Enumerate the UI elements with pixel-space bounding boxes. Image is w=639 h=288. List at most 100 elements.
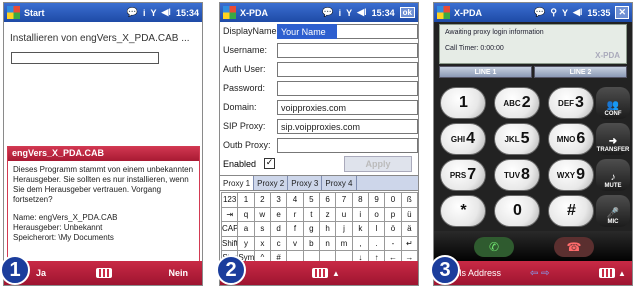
no-button[interactable]: Nein [168,268,188,278]
sip-proxy-input[interactable]: sip.voipproxies.com [277,119,418,134]
key-row1-3[interactable]: 3 [270,193,287,207]
dial-key-7[interactable]: TUV 8 [494,159,540,191]
dial-key-0[interactable]: 1 [440,87,486,119]
keyboard-icon[interactable] [96,268,112,278]
key-row2-1[interactable]: q [238,207,254,221]
mute-button[interactable]: ♪ MUTE [596,159,630,191]
key-row1-2[interactable]: 2 [254,193,270,207]
transfer-button[interactable]: ➜ TRANSFER [596,123,630,155]
conference-button[interactable]: 👥 CONF [596,87,630,119]
key-row4-8[interactable]: , [352,236,368,250]
dial-key-9[interactable]: * [440,195,486,227]
key-row3-7[interactable]: j [336,222,352,236]
dialog-location: Speicherort: \My Documents [13,233,114,242]
username-input[interactable] [277,43,418,58]
line-1-button[interactable]: LINE 1 [439,66,532,78]
key-row2-5[interactable]: t [303,207,319,221]
key-row3-8[interactable]: k [352,222,368,236]
key-row1-8[interactable]: 8 [352,193,368,207]
nav-arrows-icon[interactable]: ⇦ ⇨ [530,268,550,279]
key-row3-11[interactable]: ä [401,222,417,236]
key-row4-3[interactable]: c [270,236,287,250]
yes-button[interactable]: Ja [36,268,46,278]
key-row2-8[interactable]: i [352,207,368,221]
outb-proxy-input[interactable] [277,138,418,153]
dial-key-11[interactable]: # [548,195,594,227]
key-row2-10[interactable]: p [385,207,401,221]
tab-proxy-3[interactable]: Proxy 3 [288,176,323,190]
key-row2-4[interactable]: r [287,207,303,221]
key-row2-0[interactable]: ⇥ [222,207,238,221]
key-row4-0[interactable]: Shift [222,236,238,250]
key-row1-5[interactable]: 5 [303,193,319,207]
key-row4-6[interactable]: n [319,236,336,250]
dial-key-4[interactable]: JKL 5 [494,123,540,155]
enabled-checkbox[interactable]: ✓ [264,158,275,169]
key-row4-9[interactable]: . [368,236,385,250]
displayname-input[interactable]: Your Name [277,24,337,39]
mic-button[interactable]: 🎤 MIC [596,195,630,227]
dial-key-6[interactable]: PRS 7 [440,159,486,191]
tab-proxy-4[interactable]: Proxy 4 [322,176,357,190]
mic-icon: 🎤 [606,208,620,219]
ok-button[interactable]: ok [399,7,415,18]
key-row1-11[interactable]: ß [401,193,417,207]
keyboard-icon[interactable] [599,268,615,278]
line-2-button[interactable]: LINE 2 [534,66,627,78]
key-row3-2[interactable]: s [254,222,270,236]
volume-icon[interactable]: ◀ǀ [162,7,171,18]
dial-key-10[interactable]: 0 [494,195,540,227]
apply-button[interactable]: Apply [344,156,412,172]
keyboard-icon[interactable] [312,268,328,278]
key-row3-6[interactable]: h [319,222,336,236]
key-row1-6[interactable]: 6 [319,193,336,207]
windows-start-icon[interactable] [437,6,450,19]
dial-key-8[interactable]: WXY 9 [548,159,594,191]
key-row3-1[interactable]: a [238,222,254,236]
keyboard-menu-arrow-icon[interactable]: ▲ [332,269,340,278]
dial-key-1[interactable]: ABC 2 [494,87,540,119]
authuser-input[interactable] [277,62,418,77]
domain-input[interactable]: voipproxies.com [277,100,418,115]
dial-key-2[interactable]: DEF 3 [548,87,594,119]
key-row3-9[interactable]: l [368,222,385,236]
hangup-button[interactable]: ☎ [554,237,594,257]
dial-key-5[interactable]: MNO 6 [548,123,594,155]
key-row1-1[interactable]: 1 [238,193,254,207]
password-input[interactable] [277,81,418,96]
tab-proxy-2[interactable]: Proxy 2 [254,176,289,190]
key-row4-1[interactable]: y [238,236,254,250]
key-row4-11[interactable]: ↵ [401,236,417,250]
key-row1-9[interactable]: 9 [368,193,385,207]
key-row1-10[interactable]: 0 [385,193,401,207]
key-row4-5[interactable]: b [303,236,319,250]
key-row3-0[interactable]: CAP [222,222,238,236]
key-row2-9[interactable]: o [368,207,385,221]
key-row1-0[interactable]: 123 [222,193,238,207]
key-row2-6[interactable]: z [319,207,336,221]
call-button[interactable]: ✆ [474,237,514,257]
key-row3-3[interactable]: d [270,222,287,236]
tab-proxy-1[interactable]: Proxy 1 [220,176,255,190]
key-row1-7[interactable]: 7 [336,193,352,207]
windows-start-icon[interactable] [223,6,236,19]
key-row4-10[interactable]: - [385,236,401,250]
key-row3-10[interactable]: ö [385,222,401,236]
key-row2-2[interactable]: w [254,207,270,221]
volume-icon[interactable]: ◀ǀ [357,7,366,18]
windows-start-icon[interactable] [7,6,20,19]
key-row2-11[interactable]: ü [401,207,417,221]
key-row4-7[interactable]: m [336,236,352,250]
key-row2-3[interactable]: e [270,207,287,221]
keyboard-menu-arrow-icon[interactable]: ▲ [618,269,626,278]
volume-icon[interactable]: ◀ǀ [573,7,582,18]
dial-key-3[interactable]: GHI 4 [440,123,486,155]
key-row4-4[interactable]: v [287,236,303,250]
key-row4-2[interactable]: x [254,236,270,250]
proxy-tabs: Proxy 1 Proxy 2 Proxy 3 Proxy 4 [220,175,418,191]
key-row3-5[interactable]: g [303,222,319,236]
key-row1-4[interactable]: 4 [287,193,303,207]
key-row2-7[interactable]: u [336,207,352,221]
close-icon[interactable]: ✕ [615,6,629,19]
key-row3-4[interactable]: f [287,222,303,236]
